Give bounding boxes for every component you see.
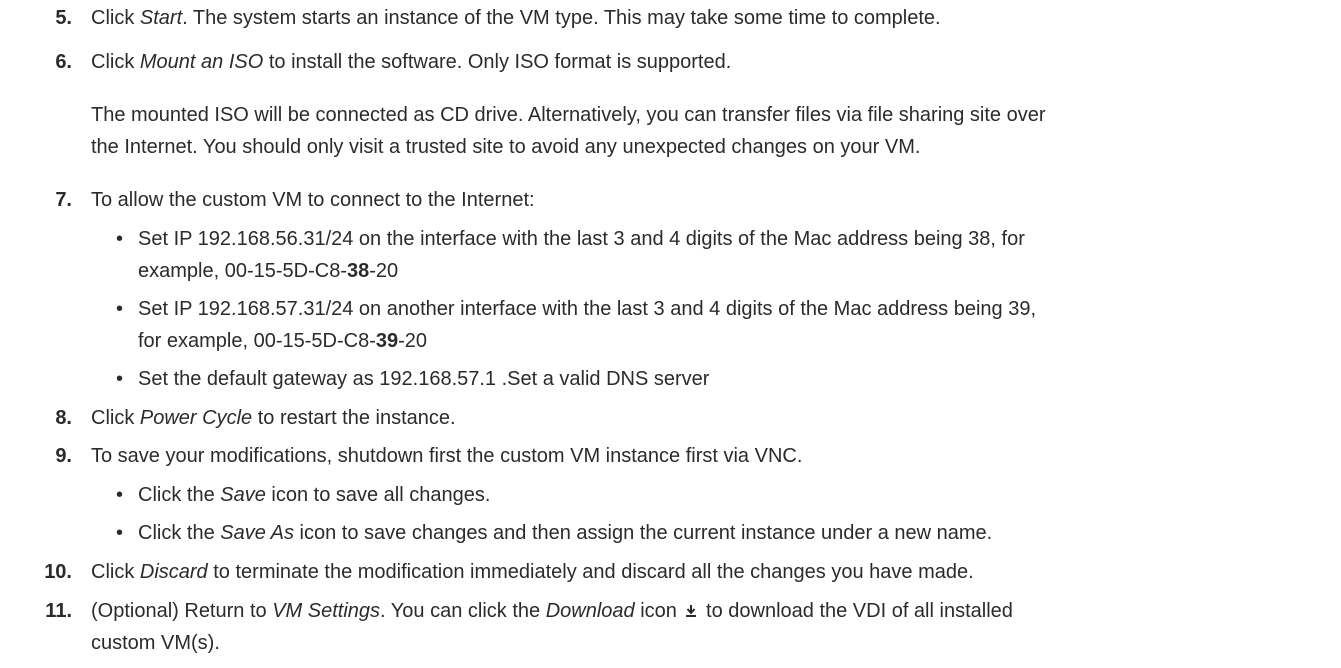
bullet-dot: • xyxy=(116,522,124,544)
download-icon xyxy=(686,605,697,617)
step-text: To allow the custom VM to connect to the… xyxy=(91,189,535,211)
step-number: 8. xyxy=(55,407,72,429)
step-number: 7. xyxy=(55,189,72,211)
step-6-note-line-1: The mounted ISO will be connected as CD … xyxy=(91,104,1046,126)
step-text: (Optional) Return to VM Settings. You ca… xyxy=(91,600,1013,622)
step-number: 9. xyxy=(55,445,72,467)
ui-term-save: Save xyxy=(220,484,266,506)
step-11-line-2: custom VM(s). xyxy=(91,632,220,654)
bullet-text-line-1: Set IP 192.168.56.31/24 on the interface… xyxy=(138,228,1025,250)
ui-term-save-as: Save As xyxy=(220,522,294,544)
step-text: Click Discard to terminate the modificat… xyxy=(91,561,974,583)
bullet-dot: • xyxy=(116,298,124,320)
bullet-dot: • xyxy=(116,228,124,250)
step-6-note-line-2: the Internet. You should only visit a tr… xyxy=(91,136,921,158)
bullet-text-line-1: Set the default gateway as 192.168.57.1 … xyxy=(138,368,710,390)
step-text: To save your modifications, shutdown fir… xyxy=(91,445,803,467)
ui-term-vm-settings: VM Settings xyxy=(272,600,381,622)
bullet-text-line-2: for example, 00-15-5D-C8-39-20 xyxy=(138,330,428,352)
ui-term-start: Start xyxy=(139,7,183,29)
step-number: 10. xyxy=(44,561,72,583)
ui-term-discard: Discard xyxy=(139,561,208,583)
step-number: 6. xyxy=(55,51,72,73)
bullet-text: Click the Save As icon to save changes a… xyxy=(138,522,993,544)
step-text: Click Mount an ISO to install the softwa… xyxy=(91,51,732,73)
bullet-dot: • xyxy=(116,368,124,390)
step-text: Click Start. The system starts an instan… xyxy=(91,7,941,29)
ui-term-power-cycle: Power Cycle xyxy=(139,407,253,429)
bullet-text-line-1: Set IP 192.168.57.31/24 on another inter… xyxy=(138,298,1037,320)
bullet-dot: • xyxy=(116,484,124,506)
step-number: 5. xyxy=(55,7,72,29)
bullet-text: Click the Save icon to save all changes. xyxy=(138,484,491,506)
document-page: 5. Click Start. The system starts an ins… xyxy=(0,0,1341,668)
step-text: Click Power Cycle to restart the instanc… xyxy=(91,407,456,429)
ui-term-mount-iso: Mount an ISO xyxy=(139,51,264,73)
ui-term-download: Download xyxy=(545,600,635,622)
step-number: 11. xyxy=(45,600,72,622)
bullet-text-line-2: example, 00-15-5D-C8-38-20 xyxy=(138,260,399,282)
